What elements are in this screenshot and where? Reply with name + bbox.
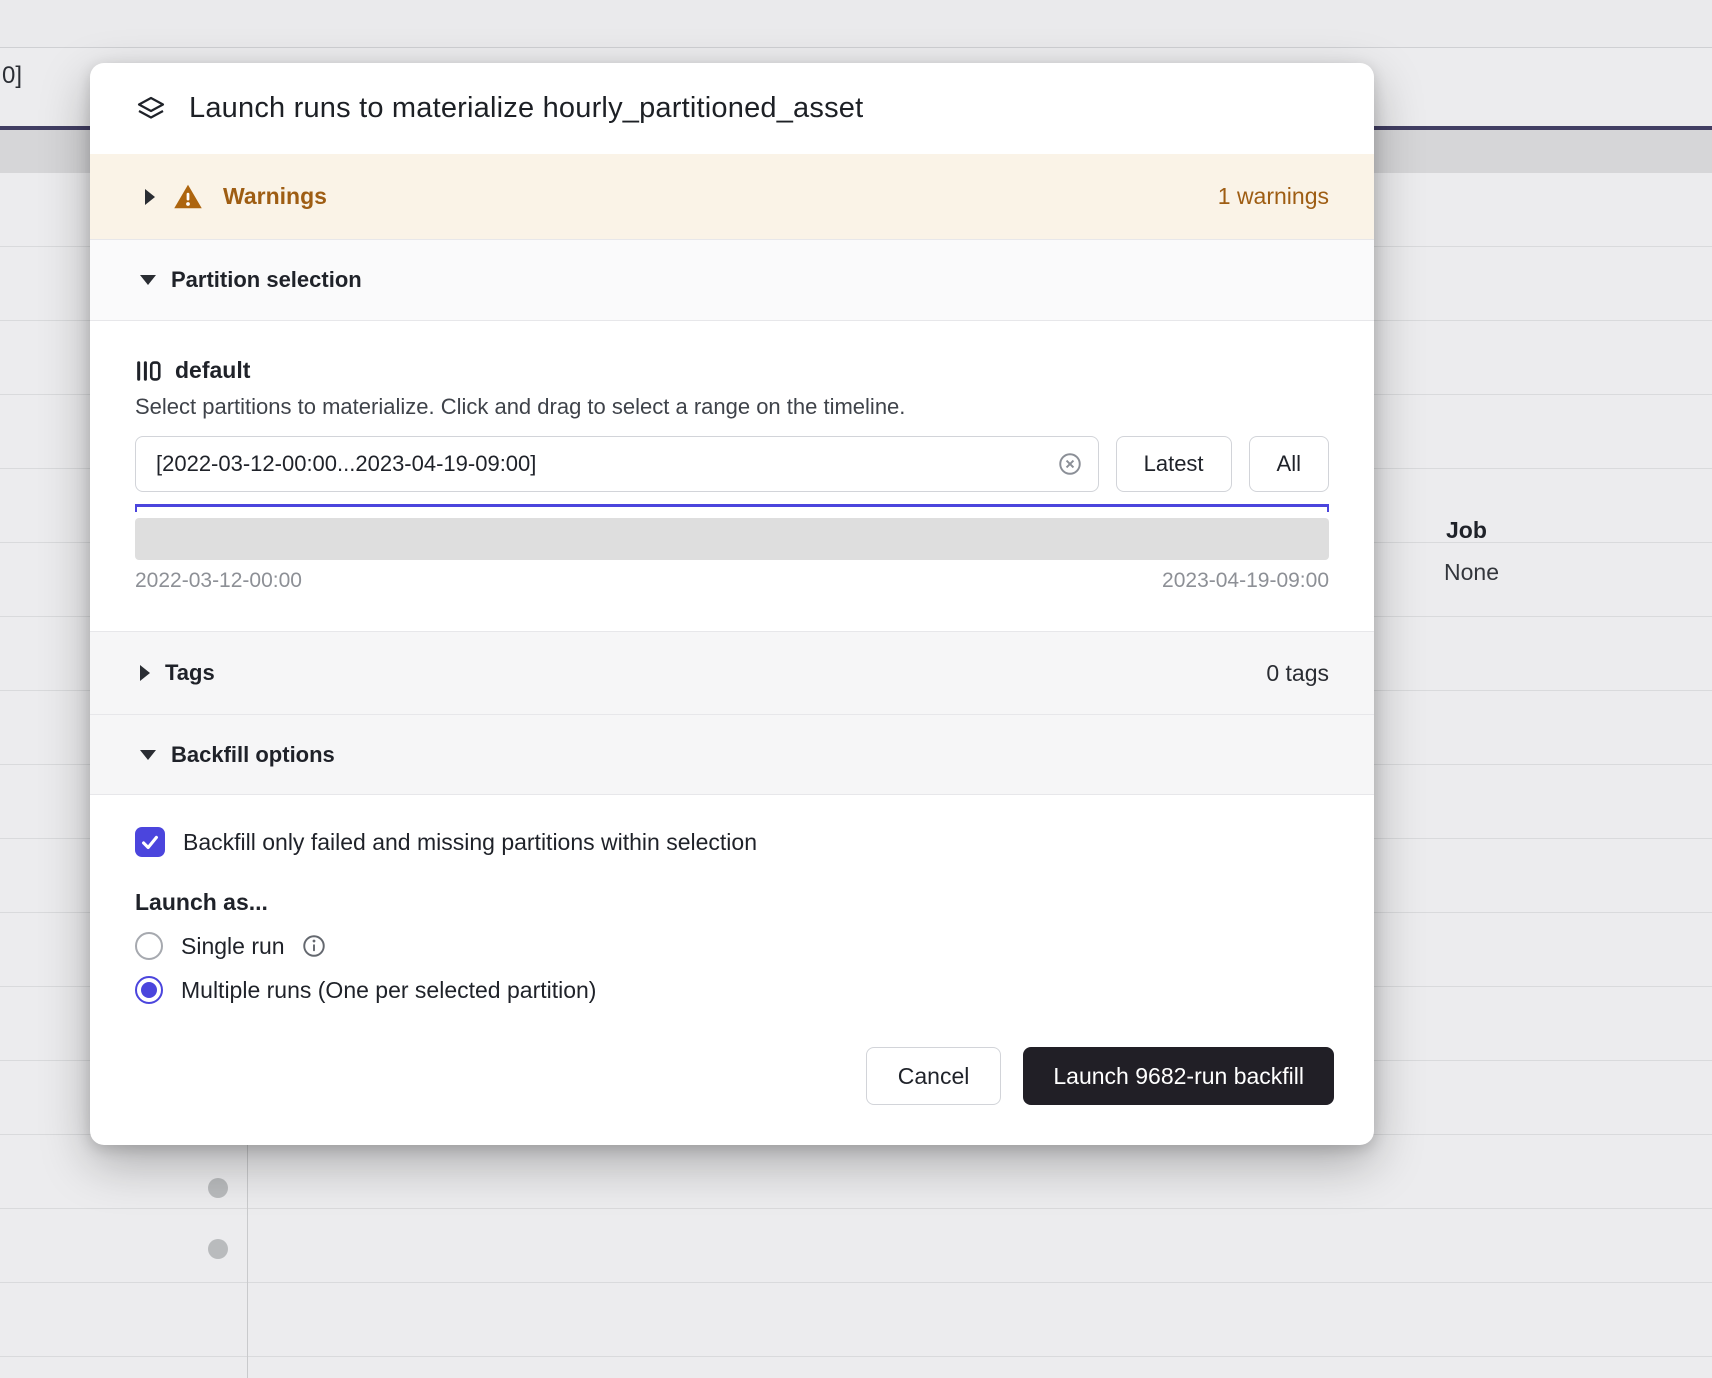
job-column-value: None <box>1444 559 1499 586</box>
chevron-right-icon <box>145 189 155 205</box>
radio-unchecked-icon[interactable] <box>135 932 163 960</box>
dialog-header: Launch runs to materialize hourly_partit… <box>90 63 1374 154</box>
failed-missing-checkbox-label: Backfill only failed and missing partiti… <box>183 829 757 856</box>
latest-button[interactable]: Latest <box>1116 436 1232 492</box>
backfill-options-content: Backfill only failed and missing partiti… <box>90 795 1374 1010</box>
warnings-count-badge: 1 warnings <box>1218 183 1329 210</box>
backfill-options-title: Backfill options <box>171 742 335 768</box>
asset-layers-icon <box>135 93 167 125</box>
background-row-dot <box>208 1239 228 1259</box>
launch-backfill-button[interactable]: Launch 9682-run backfill <box>1023 1047 1334 1105</box>
partition-selection-section-header[interactable]: Partition selection <box>90 239 1374 321</box>
partition-timeline[interactable] <box>135 518 1329 560</box>
partition-range-input-wrap <box>135 436 1099 492</box>
timeline-labels: 2022-03-12-00:00 2023-04-19-09:00 <box>135 569 1329 593</box>
background-clipped-text: 0] <box>2 62 22 90</box>
all-button[interactable]: All <box>1249 436 1329 492</box>
background-top-strip <box>0 0 1712 48</box>
launch-as-label: Launch as... <box>135 889 1329 916</box>
tags-count-badge: 0 tags <box>1266 660 1329 687</box>
background-row-dot <box>208 1178 228 1198</box>
partition-set-icon <box>135 358 161 384</box>
job-column-header: Job <box>1446 517 1487 544</box>
partition-range-input[interactable] <box>135 436 1099 492</box>
failed-missing-checkbox-row[interactable]: Backfill only failed and missing partiti… <box>135 827 1329 857</box>
backfill-options-section-header[interactable]: Backfill options <box>90 715 1374 795</box>
chevron-down-icon <box>140 750 156 760</box>
clear-selection-icon[interactable] <box>1057 451 1083 477</box>
single-run-label: Single run <box>181 933 285 960</box>
chevron-down-icon <box>140 275 156 285</box>
warning-triangle-icon <box>173 182 203 212</box>
tags-title: Tags <box>165 660 215 686</box>
dimension-row: default <box>135 357 1329 384</box>
single-run-radio-row[interactable]: Single run <box>135 932 1329 960</box>
tags-section-header[interactable]: Tags 0 tags <box>90 631 1374 715</box>
checkbox-checked-icon[interactable] <box>135 827 165 857</box>
timeline-end-label: 2023-04-19-09:00 <box>1162 569 1329 593</box>
chevron-right-icon <box>140 665 150 681</box>
info-icon[interactable] <box>301 933 327 959</box>
radio-checked-icon[interactable] <box>135 976 163 1004</box>
timeline-start-label: 2022-03-12-00:00 <box>135 569 302 593</box>
partition-selection-content: default Select partitions to materialize… <box>90 321 1374 631</box>
dialog-title: Launch runs to materialize hourly_partit… <box>189 92 863 125</box>
cancel-button[interactable]: Cancel <box>866 1047 1002 1105</box>
multiple-runs-radio-row[interactable]: Multiple runs (One per selected partitio… <box>135 976 1329 1004</box>
timeline-selection-range[interactable] <box>135 504 1329 512</box>
warnings-section-header[interactable]: Warnings 1 warnings <box>90 154 1374 239</box>
partition-instructions: Select partitions to materialize. Click … <box>135 394 1329 420</box>
warnings-label: Warnings <box>223 183 327 210</box>
partition-controls-row: Latest All <box>135 436 1329 492</box>
dimension-name: default <box>175 357 250 384</box>
dialog-footer: Cancel Launch 9682-run backfill <box>90 1023 1374 1145</box>
multiple-runs-label: Multiple runs (One per selected partitio… <box>181 977 596 1004</box>
partition-selection-title: Partition selection <box>171 267 362 293</box>
launch-backfill-dialog: Launch runs to materialize hourly_partit… <box>90 63 1374 1145</box>
